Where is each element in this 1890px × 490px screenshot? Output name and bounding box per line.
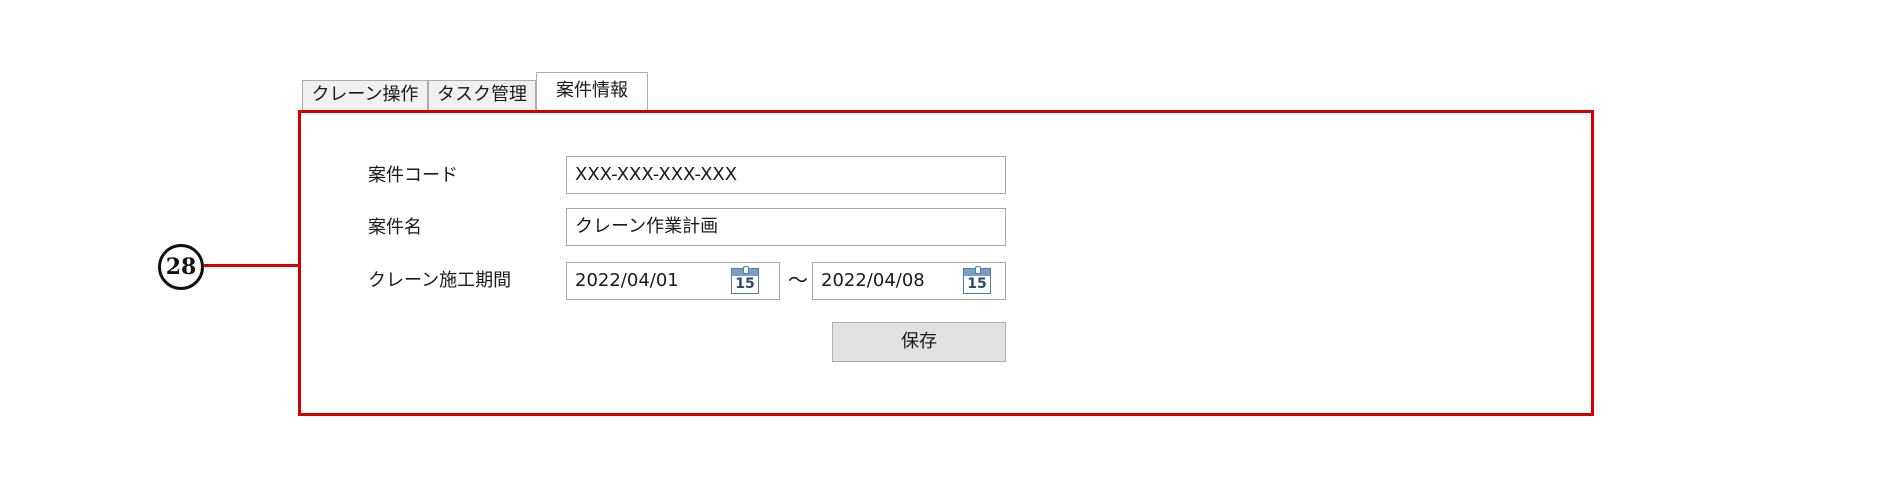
calendar-icon-ring <box>743 266 749 274</box>
callout-connector-line <box>204 264 298 267</box>
construction-period-label: クレーン施工期間 <box>368 270 512 291</box>
start-date-picker[interactable]: 2022/04/01 15 <box>566 262 780 300</box>
project-name-label: 案件名 <box>368 217 422 238</box>
calendar-icon[interactable]: 15 <box>963 266 991 294</box>
calendar-icon[interactable]: 15 <box>731 266 759 294</box>
save-button[interactable]: 保存 <box>832 322 1006 362</box>
project-code-label: 案件コード <box>368 165 458 186</box>
end-date-picker[interactable]: 2022/04/08 15 <box>812 262 1006 300</box>
date-range-separator: 〜 <box>788 268 808 292</box>
callout-number-badge: 28 <box>158 244 204 290</box>
start-date-value: 2022/04/01 <box>575 270 679 291</box>
project-code-input[interactable]: XXX-XXX-XXX-XXX <box>566 156 1006 194</box>
end-date-value: 2022/04/08 <box>821 270 925 291</box>
calendar-icon-ring <box>975 266 981 274</box>
calendar-icon-day: 15 <box>735 276 755 292</box>
tab-task-management[interactable]: タスク管理 <box>428 80 536 110</box>
tab-crane-operation[interactable]: クレーン操作 <box>302 80 428 110</box>
tab-project-info[interactable]: 案件情報 <box>536 72 648 110</box>
project-name-input[interactable]: クレーン作業計画 <box>566 208 1006 246</box>
calendar-icon-day: 15 <box>967 276 987 292</box>
